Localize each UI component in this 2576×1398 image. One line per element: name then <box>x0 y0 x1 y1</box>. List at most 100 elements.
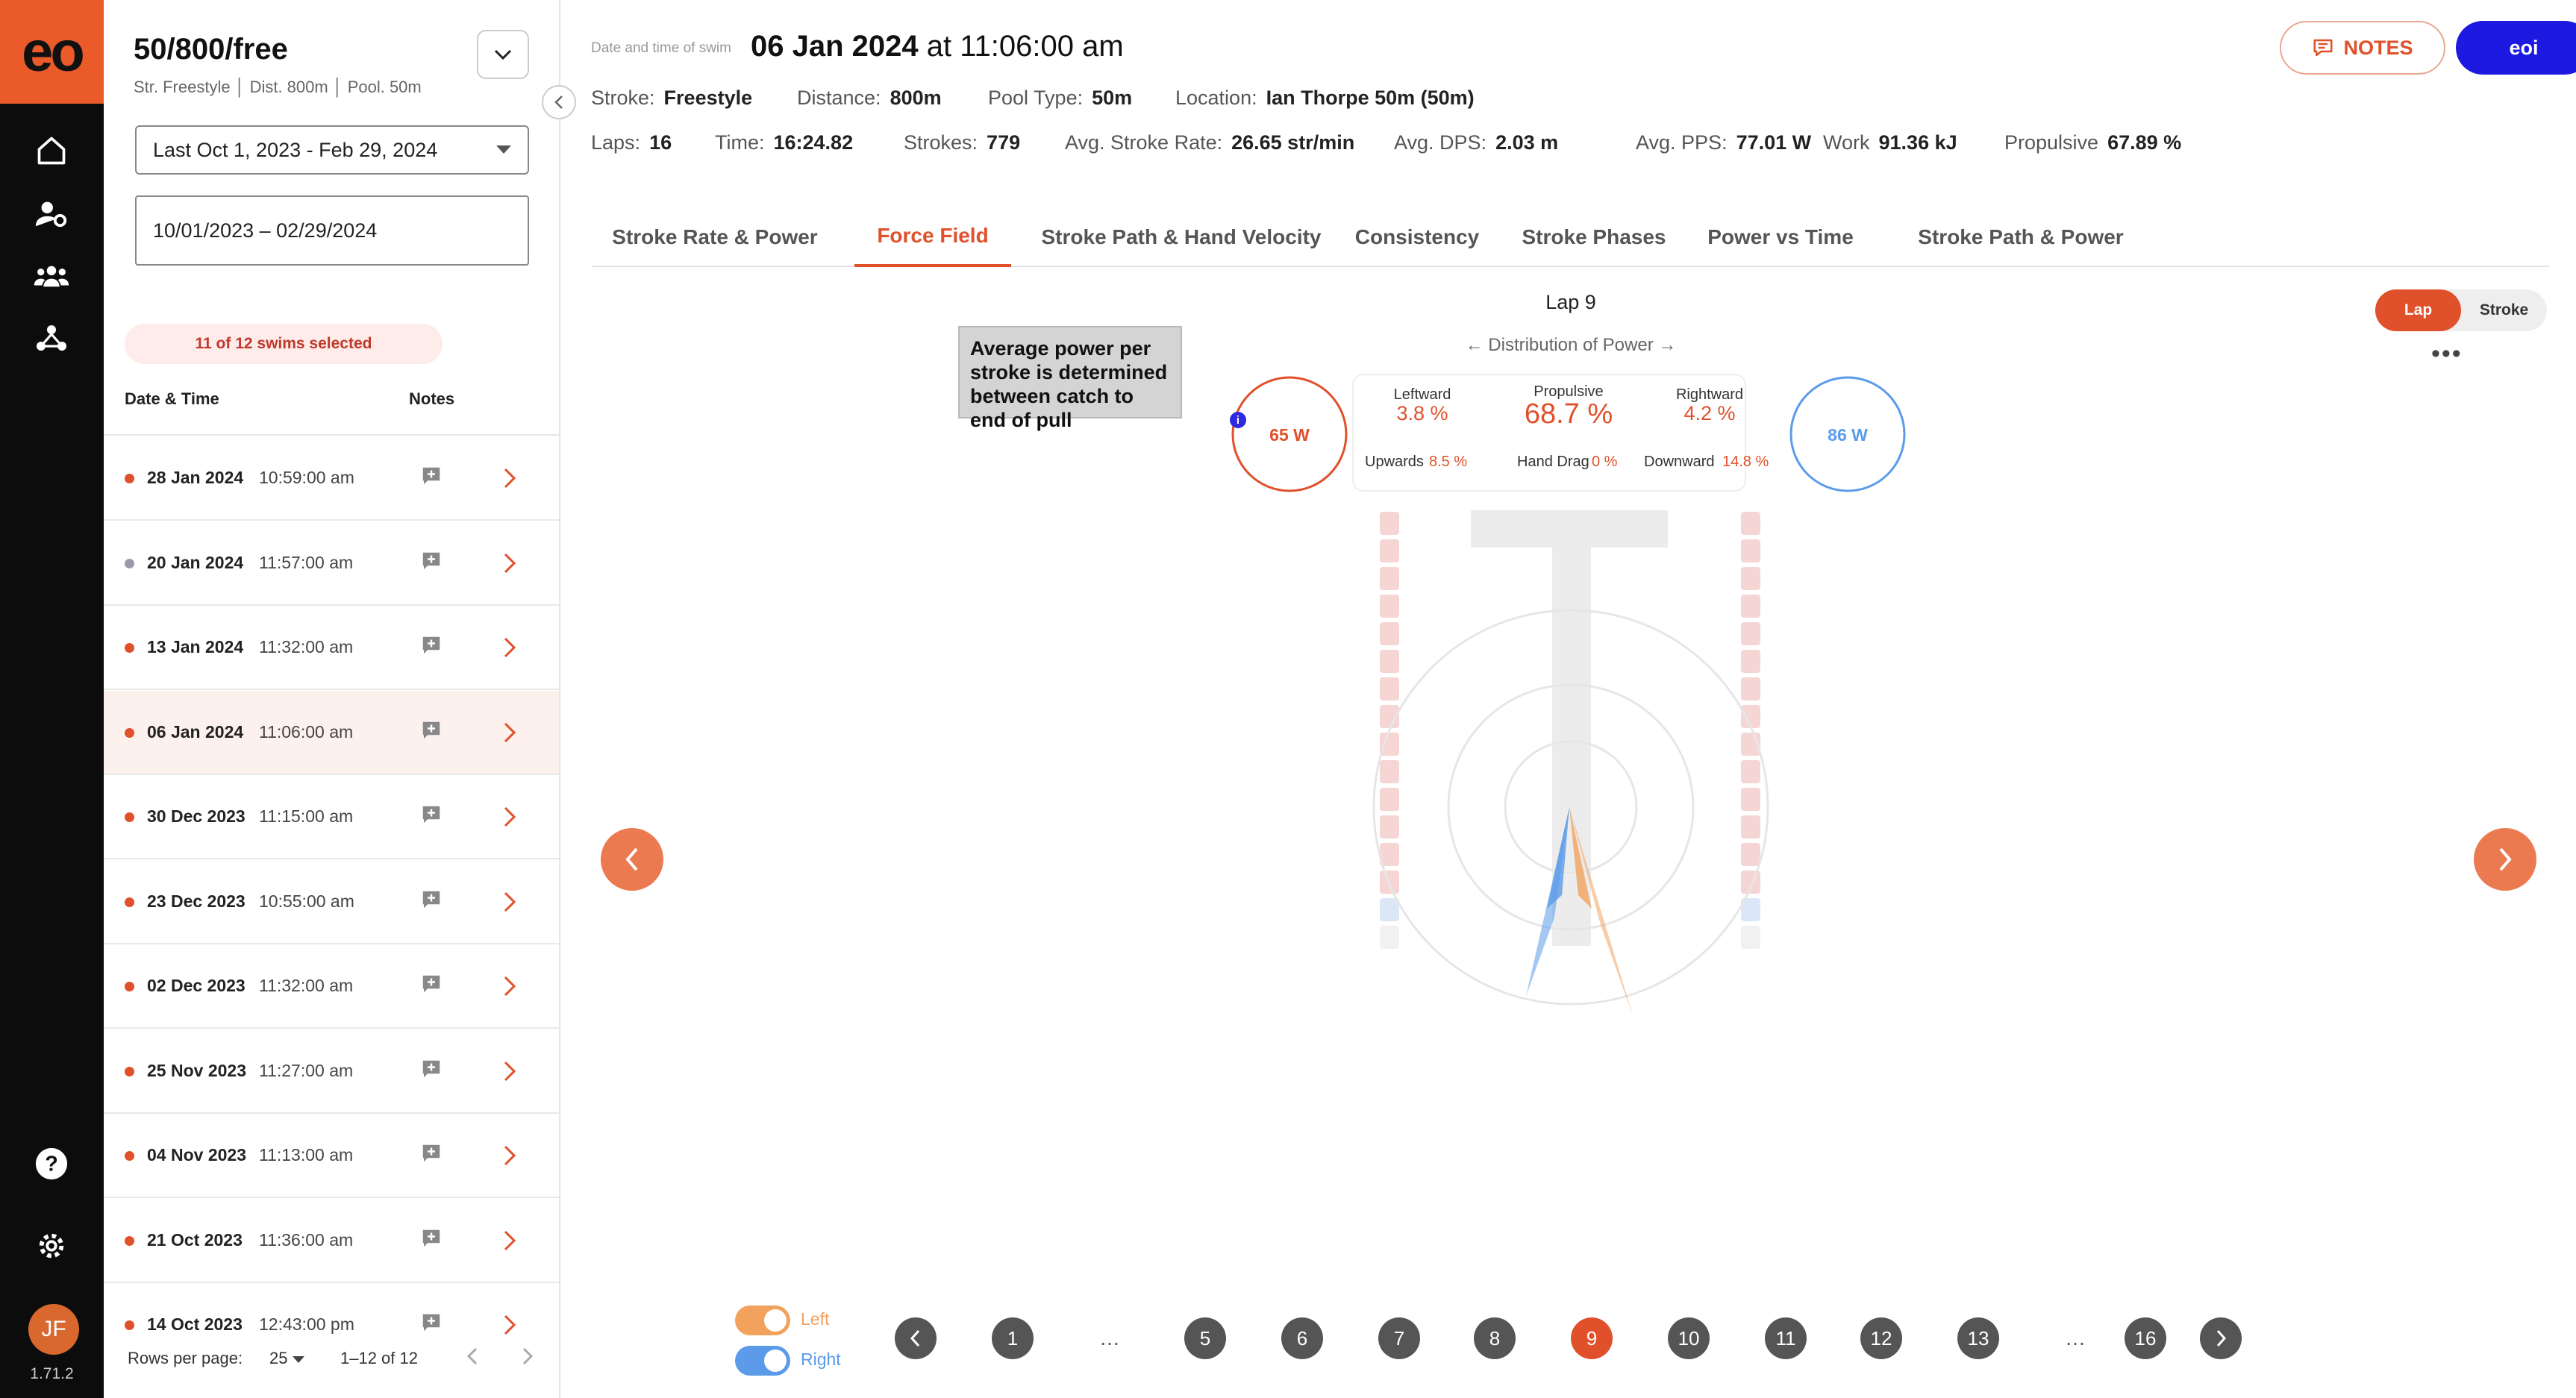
user-settings-icon[interactable] <box>29 191 74 236</box>
swim-list-row[interactable]: 13 Jan 2024 11:32:00 am <box>104 606 559 690</box>
swim-date: 20 Jan 2024 <box>147 552 244 572</box>
stroke-cell <box>1741 539 1760 562</box>
downward-value: 14.8 % <box>1722 454 1769 470</box>
add-note-icon[interactable] <box>420 1227 443 1253</box>
stat-label: Stroke: <box>591 87 655 109</box>
add-note-icon[interactable] <box>420 719 443 745</box>
chevron-right-icon[interactable] <box>501 721 518 748</box>
left-hand-toggle[interactable] <box>735 1305 790 1335</box>
stat-value: 800m <box>890 87 942 109</box>
right-hand-toggle[interactable] <box>735 1346 790 1376</box>
add-note-icon[interactable] <box>420 465 443 491</box>
next-page-icon[interactable] <box>520 1346 535 1371</box>
user-menu-button[interactable]: eoi <box>2456 21 2576 75</box>
team-icon[interactable] <box>29 254 74 298</box>
lap-button[interactable]: 9 <box>1571 1317 1613 1359</box>
swim-list-row[interactable]: 28 Jan 2024 10:59:00 am <box>104 436 559 521</box>
tab-stroke-path-power[interactable]: Stroke Path & Power <box>1883 207 2159 267</box>
date-range-input[interactable]: 10/01/2023 – 02/29/2024 <box>135 195 529 266</box>
tab-stroke-path-hand-velocity[interactable]: Stroke Path & Hand Velocity <box>1040 207 1323 267</box>
swim-list-row[interactable]: 02 Dec 2023 11:32:00 am <box>104 944 559 1029</box>
swim-time: 11:57:00 am <box>259 552 354 572</box>
more-options-icon[interactable]: ••• <box>2431 339 2463 369</box>
chevron-right-icon[interactable] <box>501 890 518 918</box>
add-note-icon[interactable] <box>420 1058 443 1084</box>
swim-list-row[interactable]: 20 Jan 2024 11:57:00 am <box>104 521 559 606</box>
add-note-icon[interactable] <box>420 634 443 660</box>
chevron-right-icon[interactable] <box>501 636 518 663</box>
lap-button[interactable]: 16 <box>2125 1317 2166 1359</box>
next-lap-page-icon[interactable] <box>2200 1317 2242 1359</box>
avatar[interactable]: JF <box>28 1304 79 1355</box>
swim-list-row[interactable]: 25 Nov 2023 11:27:00 am <box>104 1029 559 1114</box>
swims-selected-badge: 11 of 12 swims selected <box>125 324 443 364</box>
lap-button[interactable]: 13 <box>1957 1317 1999 1359</box>
lap-toggle-button[interactable]: Lap <box>2375 289 2461 331</box>
column-date-time[interactable]: Date & Time <box>125 389 219 409</box>
add-note-icon[interactable] <box>420 1142 443 1168</box>
rows-per-page-select[interactable]: 25 <box>269 1349 304 1368</box>
caret-down-icon <box>292 1356 304 1363</box>
chevron-right-icon[interactable] <box>501 1059 518 1087</box>
chevron-right-icon[interactable] <box>501 805 518 833</box>
swim-list-row[interactable]: 23 Dec 2023 10:55:00 am <box>104 860 559 944</box>
date-range-input-value: 10/01/2023 – 02/29/2024 <box>153 219 378 242</box>
swim-date: 21 Oct 2023 <box>147 1229 243 1250</box>
prev-lap-page-icon[interactable] <box>895 1317 937 1359</box>
stat-item: Stroke: Freestyle <box>591 87 752 110</box>
tab-force-field[interactable]: Force Field <box>854 207 1011 267</box>
date-range-select[interactable]: Last Oct 1, 2023 - Feb 29, 2024 <box>135 125 529 175</box>
stroke-cell <box>1380 898 1399 921</box>
lap-button[interactable]: 7 <box>1378 1317 1420 1359</box>
app-logo[interactable]: eo <box>0 0 104 104</box>
chevron-right-icon[interactable] <box>501 974 518 1002</box>
lap-ellipsis: … <box>2065 1326 2086 1350</box>
tab-stroke-phases[interactable]: Stroke Phases <box>1510 207 1678 267</box>
chevron-right-icon[interactable] <box>501 466 518 494</box>
swim-list-row[interactable]: 21 Oct 2023 11:36:00 am <box>104 1199 559 1283</box>
swim-set-dropdown-button[interactable] <box>477 30 529 79</box>
chevron-right-icon[interactable] <box>501 1229 518 1256</box>
lap-button[interactable]: 1 <box>992 1317 1034 1359</box>
lap-stroke-toggle: Lap Stroke <box>2375 289 2547 331</box>
chevron-right-icon <box>2499 847 2512 871</box>
stroke-cell <box>1741 650 1760 673</box>
settings-gear-icon[interactable] <box>29 1223 74 1268</box>
stroke-toggle-button[interactable]: Stroke <box>2461 289 2547 331</box>
lap-button[interactable]: 6 <box>1281 1317 1323 1359</box>
stat-item: Avg. DPS: 2.03 m <box>1394 131 1558 154</box>
swim-list-row[interactable]: 06 Jan 2024 11:06:00 am <box>104 690 559 775</box>
tab-consistency[interactable]: Consistency <box>1339 207 1495 267</box>
leftward-label: Leftward <box>1394 386 1451 403</box>
add-note-icon[interactable] <box>420 973 443 999</box>
lap-button[interactable]: 11 <box>1765 1317 1807 1359</box>
group-network-icon[interactable] <box>29 316 74 361</box>
notes-button[interactable]: NOTES <box>2280 21 2445 75</box>
stroke-cell <box>1380 650 1399 673</box>
add-note-icon[interactable] <box>420 888 443 915</box>
chevron-right-icon[interactable] <box>501 1144 518 1171</box>
add-note-icon[interactable] <box>420 803 443 830</box>
lap-button[interactable]: 5 <box>1184 1317 1226 1359</box>
hand-drag-value: 0 % <box>1592 454 1618 470</box>
lap-button[interactable]: 10 <box>1668 1317 1710 1359</box>
previous-lap-button[interactable] <box>601 828 663 891</box>
add-note-icon[interactable] <box>420 1311 443 1338</box>
right-hand-label: Right <box>801 1350 841 1369</box>
swim-list-row[interactable]: 30 Dec 2023 11:15:00 am <box>104 775 559 859</box>
swim-list-row[interactable]: 04 Nov 2023 11:13:00 am <box>104 1114 559 1198</box>
add-note-icon[interactable] <box>420 550 443 576</box>
stat-value: 91.36 kJ <box>1878 131 1957 154</box>
home-icon[interactable] <box>29 128 74 173</box>
prev-page-icon[interactable] <box>465 1346 480 1371</box>
lap-button[interactable]: 8 <box>1474 1317 1516 1359</box>
stroke-cell <box>1380 815 1399 839</box>
lap-button[interactable]: 12 <box>1860 1317 1902 1359</box>
tab-power-vs-time[interactable]: Power vs Time <box>1696 207 1865 267</box>
help-icon[interactable]: ? <box>29 1141 74 1186</box>
info-icon[interactable]: i <box>1230 412 1246 428</box>
next-lap-button[interactable] <box>2474 828 2536 891</box>
tab-stroke-rate-power[interactable]: Stroke Rate & Power <box>592 207 838 267</box>
chevron-right-icon[interactable] <box>501 551 518 579</box>
stroke-cell <box>1741 512 1760 535</box>
